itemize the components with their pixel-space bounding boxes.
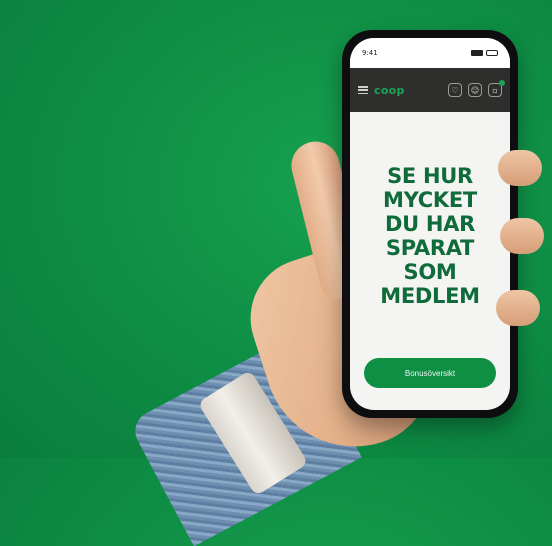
signal-icon (471, 50, 483, 56)
hand-finger (498, 150, 542, 186)
headline-line: DU HAR (385, 212, 475, 236)
status-bar: 9:41 (350, 38, 510, 68)
promo-scene: 9:41 coop ♡ ☺ ▫ SE HUR MYCKET DU HAR SPA… (0, 0, 552, 546)
phone-screen: 9:41 coop ♡ ☺ ▫ SE HUR MYCKET DU HAR SPA… (350, 38, 510, 410)
menu-icon[interactable] (358, 86, 368, 94)
hero-headline: SE HUR MYCKET DU HAR SPARAT SOM MEDLEM (380, 164, 480, 308)
battery-icon (486, 50, 498, 56)
headline-line: MYCKET (383, 188, 477, 212)
hand-finger (500, 218, 544, 254)
headline-line: SOM (403, 260, 457, 284)
headline-line: SE HUR (387, 164, 473, 188)
status-time: 9:41 (362, 49, 378, 57)
bonus-overview-button[interactable]: Bonusöversikt (364, 358, 496, 388)
cart-badge (499, 80, 505, 86)
app-header: coop ♡ ☺ ▫ (350, 68, 510, 112)
heart-icon[interactable]: ♡ (448, 83, 462, 97)
coop-logo[interactable]: coop (374, 84, 442, 97)
headline-line: SPARAT (385, 236, 475, 260)
status-icons (471, 50, 498, 56)
hand-finger (496, 290, 540, 326)
hero-content: SE HUR MYCKET DU HAR SPARAT SOM MEDLEM B… (350, 112, 510, 410)
user-icon[interactable]: ☺ (468, 83, 482, 97)
headline-line: MEDLEM (380, 284, 480, 308)
phone-device: 9:41 coop ♡ ☺ ▫ SE HUR MYCKET DU HAR SPA… (342, 30, 518, 418)
cart-icon[interactable]: ▫ (488, 80, 505, 97)
